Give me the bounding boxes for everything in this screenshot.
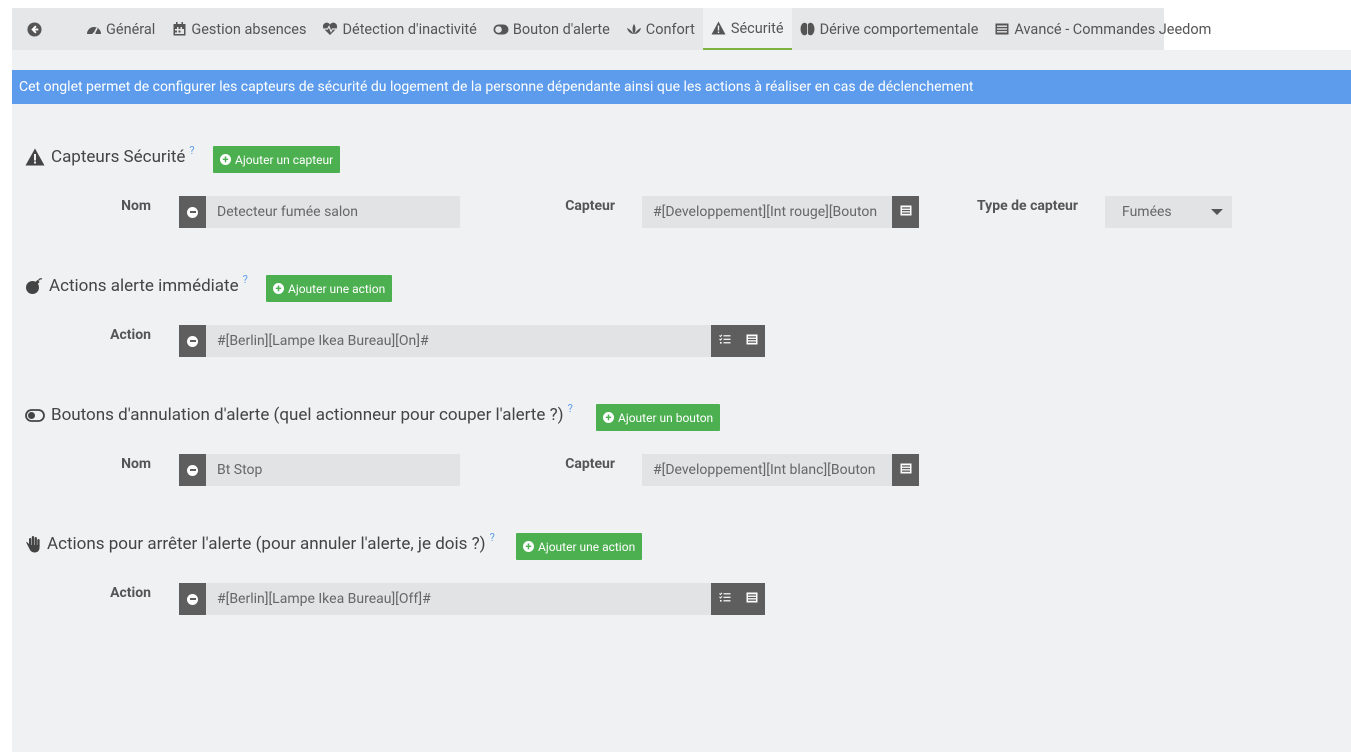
select-cmd-button[interactable] [738,325,765,357]
help-icon[interactable]: ? [243,273,248,286]
sensor-name-input[interactable]: Detecteur fumée salon [206,196,460,228]
remove-action-button[interactable] [179,325,206,357]
sensor-type-select[interactable]: Fumées [1105,196,1232,228]
add-stop-action-button[interactable]: + Ajouter une action [516,533,643,560]
minus-circle-icon [187,335,198,347]
add-cancel-button-button[interactable]: + Ajouter un bouton [596,404,721,431]
remove-action-button[interactable] [179,583,206,615]
plus-circle-icon: + [523,541,534,552]
tab-bar: Général Gestion absences Détection d'ina… [12,8,1211,50]
action-label: Action [110,327,151,343]
tab-detection-inactivite[interactable]: Détection d'inactivité [314,8,484,50]
section-title-text: Actions alerte immédiate [49,276,239,296]
warning-icon [711,20,727,36]
plus-circle-icon: + [220,154,231,165]
section-capteurs-securite: Capteurs Sécurité ? [25,144,195,167]
tab-confort[interactable]: Confort [618,8,703,50]
tab-bouton-alerte[interactable]: Bouton d'alerte [485,8,618,50]
tab-bouton-alerte-label: Bouton d'alerte [512,20,610,38]
select-cmd-button[interactable] [738,583,765,615]
tasks-icon [718,333,731,349]
hand-paper-icon [25,534,41,554]
minus-circle-icon [187,593,198,605]
lotus-icon [626,21,642,37]
add-immediate-action-button[interactable]: + Ajouter une action [266,275,393,302]
add-button-label: Ajouter un bouton [618,410,714,425]
add-sensor-label: Ajouter un capteur [235,152,334,167]
help-icon[interactable]: ? [189,144,194,157]
heartbeat-icon [322,21,338,37]
action-options-button[interactable] [711,325,738,357]
info-banner: Cet onglet permet de configurer les capt… [12,70,1351,104]
tab-gestion-absences[interactable]: Gestion absences [163,8,314,50]
list-alt-icon [900,204,912,220]
help-icon[interactable]: ? [490,531,495,544]
minus-circle-icon [187,206,198,218]
immediate-action-input[interactable]: #[Berlin][Lampe Ikea Bureau][On]# [206,325,711,357]
tab-avance-commandes-label: Avancé - Commandes Jeedom [1014,20,1212,38]
warning-icon [25,147,45,167]
list-alt-icon [746,591,758,607]
remove-button-button[interactable] [179,454,206,486]
tab-avance-commandes[interactable]: Avancé - Commandes Jeedom [986,8,1219,50]
sensor-label: Capteur [565,198,615,214]
sensor-label: Capteur [565,456,615,472]
sensor-type-label: Type de capteur [977,198,1078,214]
dashboard-icon [86,21,102,37]
list-alt-icon [746,333,758,349]
brain-icon [800,21,816,37]
remove-sensor-button[interactable] [179,196,206,228]
name-label: Nom [121,198,151,214]
button-cmd-input[interactable]: #[Developpement][Int blanc][Bouton [642,454,892,486]
section-boutons-annulation: Boutons d'annulation d'alerte (quel acti… [25,402,573,425]
action-options-button[interactable] [711,583,738,615]
chevron-down-icon [1211,209,1223,215]
back-button[interactable] [12,8,60,50]
section-actions-arreter-alerte: Actions pour arrêter l'alerte (pour annu… [25,531,495,554]
section-title-text: Boutons d'annulation d'alerte (quel acti… [51,405,564,425]
toggle-off-icon [25,405,45,425]
tab-detection-inactivite-label: Détection d'inactivité [342,20,477,38]
action-label: Action [110,585,151,601]
stop-action-input[interactable]: #[Berlin][Lampe Ikea Bureau][Off]# [206,583,711,615]
tab-securite-label: Sécurité [730,19,784,37]
tab-confort-label: Confort [645,20,695,38]
sensor-type-value: Fumées [1122,204,1172,220]
select-cmd-button[interactable] [892,196,919,228]
add-action-label: Ajouter une action [288,281,386,296]
tab-general-label: Général [106,20,156,38]
section-title-text: Actions pour arrêter l'alerte (pour annu… [47,534,486,554]
tab-securite[interactable]: Sécurité [702,8,792,50]
name-label: Nom [121,456,151,472]
plus-circle-icon: + [273,283,284,294]
tab-derive-comportementale-label: Dérive comportementale [819,20,979,38]
calendar-icon [171,21,187,37]
tab-gestion-absences-label: Gestion absences [191,20,307,38]
tab-general[interactable]: Général [78,8,163,50]
tab-derive-comportementale[interactable]: Dérive comportementale [792,8,987,50]
bomb-icon [25,276,43,296]
add-sensor-button[interactable]: + Ajouter un capteur [213,146,341,173]
list-alt-icon [900,462,912,478]
list-alt-icon [994,21,1010,37]
minus-circle-icon [187,464,198,476]
button-name-input[interactable]: Bt Stop [206,454,460,486]
section-title-text: Capteurs Sécurité [51,147,186,167]
select-cmd-button[interactable] [892,454,919,486]
sensor-cmd-input[interactable]: #[Developpement][Int rouge][Bouton [642,196,892,228]
arrow-circle-left-icon [26,21,42,37]
section-actions-alerte-immediate: Actions alerte immédiate ? [25,273,248,296]
add-action-label: Ajouter une action [538,539,636,554]
toggle-icon [493,21,509,37]
content-panel [12,8,1351,752]
plus-circle-icon: + [603,412,614,423]
tasks-icon [718,591,731,607]
help-icon[interactable]: ? [568,402,573,415]
